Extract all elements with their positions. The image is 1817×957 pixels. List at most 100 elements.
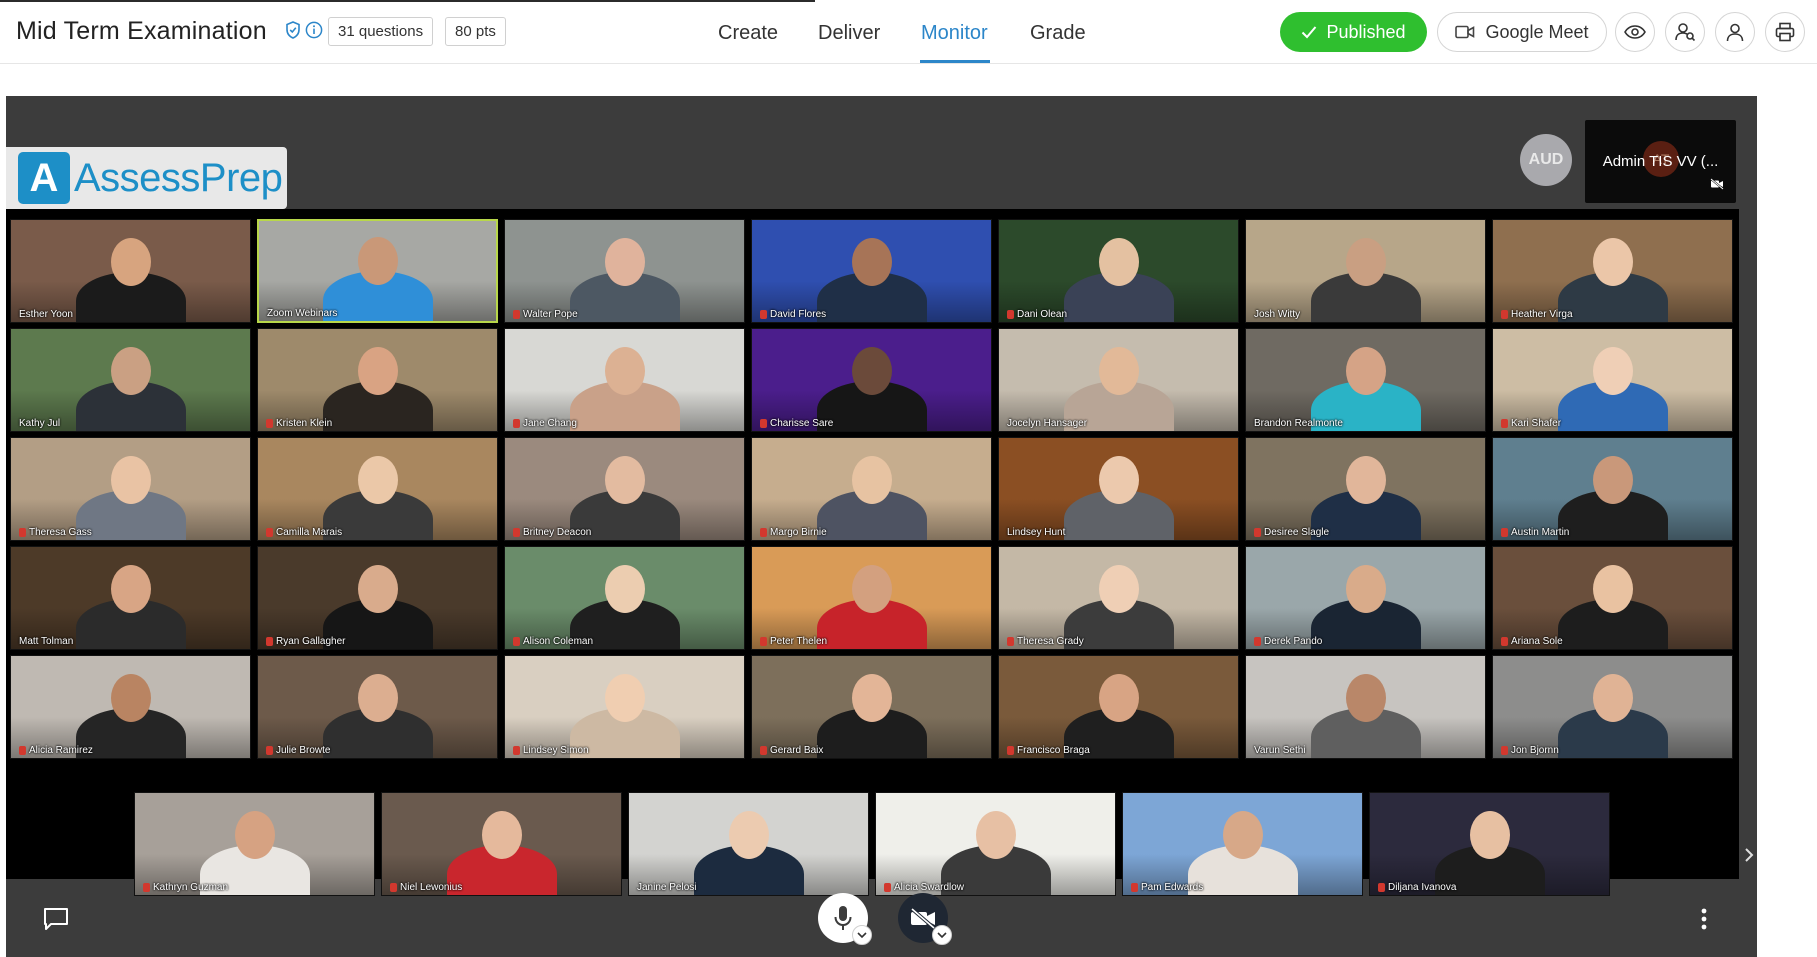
participant-tile[interactable]: Alicia Ramirez <box>10 655 251 759</box>
participant-tile[interactable]: Gerard Baix <box>751 655 992 759</box>
participant-tile[interactable]: Jocelyn Hansager <box>998 328 1239 432</box>
google-meet-button[interactable]: Google Meet <box>1437 12 1607 52</box>
preview-button[interactable] <box>1615 12 1655 52</box>
participant-tile[interactable]: Peter Thelen <box>751 546 992 650</box>
participant-name: Brandon Realmonte <box>1254 418 1343 429</box>
participant-name-label: Alicia Ramirez <box>19 745 93 756</box>
participant-name: Heather Virga <box>1511 309 1573 320</box>
participant-video-face <box>110 674 151 722</box>
participant-tile[interactable]: Brandon Realmonte <box>1245 328 1486 432</box>
microphone-button[interactable] <box>818 893 872 945</box>
shield-icon[interactable] <box>283 20 302 39</box>
participant-tile[interactable]: Ryan Gallagher <box>257 546 498 650</box>
participant-name: Alison Coleman <box>523 636 594 647</box>
participant-tile[interactable]: David Flores <box>751 219 992 323</box>
self-view-tile[interactable]: AT Admin TIS VV (... <box>1585 120 1736 203</box>
chat-button[interactable] <box>40 904 72 934</box>
participant-tile[interactable]: Lindsey Simon <box>504 655 745 759</box>
participant-video-face <box>1469 811 1510 859</box>
monitor-users-button[interactable] <box>1665 12 1705 52</box>
participant-name: Alicia Ramirez <box>29 745 93 756</box>
participant-tile[interactable]: Kristen Klein <box>257 328 498 432</box>
participant-name-label: Josh Witty <box>1254 309 1300 320</box>
participant-name-label: Francisco Braga <box>1007 745 1090 756</box>
participant-name: David Flores <box>770 309 827 320</box>
participant-grid: Esther Yoon Zoom Webinars Walter Pope David… <box>10 219 1740 759</box>
tab-deliver[interactable]: Deliver <box>818 22 880 45</box>
muted-mic-icon <box>1007 310 1014 319</box>
participant-tile[interactable]: Theresa Grady <box>998 546 1239 650</box>
chat-icon <box>44 908 68 930</box>
eye-icon <box>1624 25 1646 39</box>
participant-tile[interactable]: Desiree Slagle <box>1245 437 1486 541</box>
print-button[interactable] <box>1765 12 1805 52</box>
participant-video-face <box>851 674 892 722</box>
muted-mic-icon <box>760 746 767 755</box>
participant-tile[interactable]: Varun Sethi <box>1245 655 1486 759</box>
participant-name: Ryan Gallagher <box>276 636 346 647</box>
participant-video-face <box>1098 347 1139 395</box>
info-icon[interactable] <box>304 20 323 39</box>
participant-tile[interactable]: Kari Shafer <box>1492 328 1733 432</box>
participant-name: Peter Thelen <box>770 636 828 647</box>
muted-mic-icon <box>1254 528 1261 537</box>
participant-tile[interactable]: Charisse Sare <box>751 328 992 432</box>
participant-tile[interactable]: Heather Virga <box>1492 219 1733 323</box>
participant-tile[interactable]: Matt Tolman <box>10 546 251 650</box>
camera-button[interactable] <box>898 893 952 945</box>
participant-name: Desiree Slagle <box>1264 527 1330 538</box>
user-icon <box>1726 23 1744 42</box>
muted-mic-icon <box>1501 310 1508 319</box>
participant-tile[interactable]: Kathy Jul <box>10 328 251 432</box>
participant-video-face <box>604 347 645 395</box>
participant-tile[interactable]: Ariana Sole <box>1492 546 1733 650</box>
more-options-button[interactable] <box>1694 904 1714 934</box>
participant-tile[interactable]: Jon Bjornn <box>1492 655 1733 759</box>
participant-tile[interactable]: Walter Pope <box>504 219 745 323</box>
participant-tile[interactable]: Josh Witty <box>1245 219 1486 323</box>
participant-video-face <box>604 238 645 286</box>
participant-tile[interactable]: Derek Pando <box>1245 546 1486 650</box>
participant-name-label: Zoom Webinars <box>267 308 337 319</box>
published-button[interactable]: Published <box>1280 12 1427 52</box>
microphone-options-button[interactable] <box>852 925 872 945</box>
participant-tile[interactable]: Alison Coleman <box>504 546 745 650</box>
chevron-down-icon <box>937 931 947 938</box>
participant-video-face <box>357 565 398 613</box>
camera-off-icon <box>910 907 936 929</box>
tab-create[interactable]: Create <box>718 22 778 45</box>
muted-mic-icon <box>1007 746 1014 755</box>
participant-video-face <box>481 811 522 859</box>
page-title: Mid Term Examination <box>16 17 267 45</box>
participant-name: Francisco Braga <box>1017 745 1090 756</box>
app-header: Mid Term Examination 31 questions 80 pts… <box>0 0 1817 64</box>
participant-name: Charisse Sare <box>770 418 834 429</box>
participant-tile[interactable]: Camilla Marais <box>257 437 498 541</box>
muted-mic-icon <box>760 419 767 428</box>
next-page-button[interactable] <box>1739 844 1759 866</box>
participant-video-face <box>851 238 892 286</box>
participant-tile[interactable]: Jane Chang <box>504 328 745 432</box>
student-view-button[interactable] <box>1715 12 1755 52</box>
participant-tile[interactable]: Zoom Webinars <box>257 219 498 323</box>
muted-mic-icon <box>760 310 767 319</box>
tab-monitor[interactable]: Monitor <box>921 22 988 45</box>
participant-tile[interactable]: Francisco Braga <box>998 655 1239 759</box>
participant-name-label: Theresa Gass <box>19 527 92 538</box>
muted-mic-icon <box>1501 746 1508 755</box>
participant-tile[interactable]: Lindsey Hunt <box>998 437 1239 541</box>
participant-tile[interactable]: Britney Deacon <box>504 437 745 541</box>
participant-tile[interactable]: Dani Olean <box>998 219 1239 323</box>
participant-name: Walter Pope <box>523 309 578 320</box>
tab-grade[interactable]: Grade <box>1030 22 1086 45</box>
participant-tile[interactable]: Austin Martin <box>1492 437 1733 541</box>
participant-tile[interactable]: Theresa Gass <box>10 437 251 541</box>
camera-options-button[interactable] <box>932 925 952 945</box>
participant-name-label: Kristen Klein <box>266 418 332 429</box>
participant-name-label: Britney Deacon <box>513 527 591 538</box>
participant-tile[interactable]: Margo Birnie <box>751 437 992 541</box>
participant-video-face <box>1345 347 1386 395</box>
muted-mic-icon <box>266 637 273 646</box>
participant-tile[interactable]: Julie Browte <box>257 655 498 759</box>
participant-tile[interactable]: Esther Yoon <box>10 219 251 323</box>
